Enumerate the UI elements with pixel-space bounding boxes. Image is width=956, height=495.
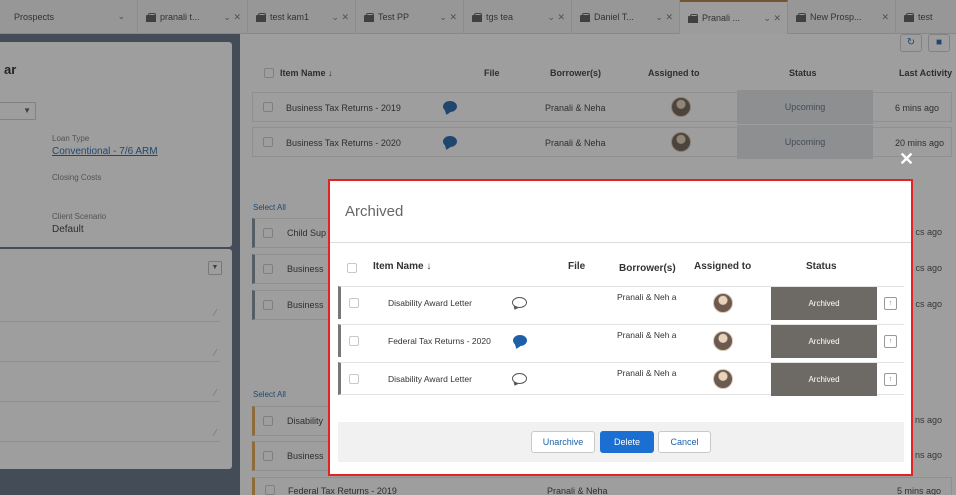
borrower: Pranali & Neh a (617, 292, 677, 302)
status-badge: Archived (771, 287, 877, 320)
modal-footer: Unarchive Delete Cancel (338, 422, 904, 462)
unarchive-icon[interactable]: ↑ (884, 335, 897, 348)
item-name: Federal Tax Returns - 2020 (388, 336, 491, 346)
unarchive-icon[interactable]: ↑ (884, 297, 897, 310)
archived-row[interactable]: Disability Award Letter Pranali & Neh a … (338, 362, 904, 396)
archived-row[interactable]: Federal Tax Returns - 2020 Pranali & Neh… (338, 324, 904, 358)
archived-modal: Archived Item Name ↓ File Borrower(s) As… (328, 179, 913, 476)
col-item-name[interactable]: Item Name ↓ (373, 261, 431, 272)
comment-outline-icon[interactable] (512, 297, 527, 308)
cancel-button[interactable]: Cancel (658, 431, 711, 453)
select-all-checkbox[interactable] (347, 263, 357, 273)
item-name: Disability Award Letter (388, 374, 472, 384)
avatar (713, 369, 733, 389)
comment-outline-icon[interactable] (512, 373, 527, 384)
avatar (713, 331, 733, 351)
modal-header: Archived (330, 181, 911, 243)
avatar (713, 293, 733, 313)
col-status: Status (806, 261, 837, 272)
delete-button[interactable]: Delete (600, 431, 654, 453)
borrower: Pranali & Neh a (617, 330, 677, 340)
col-assigned: Assigned to (694, 261, 752, 272)
row-checkbox[interactable] (349, 298, 359, 308)
row-checkbox[interactable] (349, 374, 359, 384)
modal-title: Archived (345, 203, 404, 220)
item-name: Disability Award Letter (388, 298, 472, 308)
archived-row[interactable]: Disability Award Letter Pranali & Neh a … (338, 286, 904, 320)
col-file: File (568, 261, 586, 272)
row-checkbox[interactable] (349, 336, 359, 346)
comment-filled-icon[interactable] (513, 335, 527, 346)
status-badge: Archived (771, 363, 877, 396)
col-borrowers: Borrower(s) (619, 263, 676, 274)
status-badge: Archived (771, 325, 877, 358)
borrower: Pranali & Neh a (617, 368, 677, 378)
close-icon[interactable]: ✕ (899, 149, 914, 170)
unarchive-button[interactable]: Unarchive (531, 431, 595, 453)
unarchive-icon[interactable]: ↑ (884, 373, 897, 386)
